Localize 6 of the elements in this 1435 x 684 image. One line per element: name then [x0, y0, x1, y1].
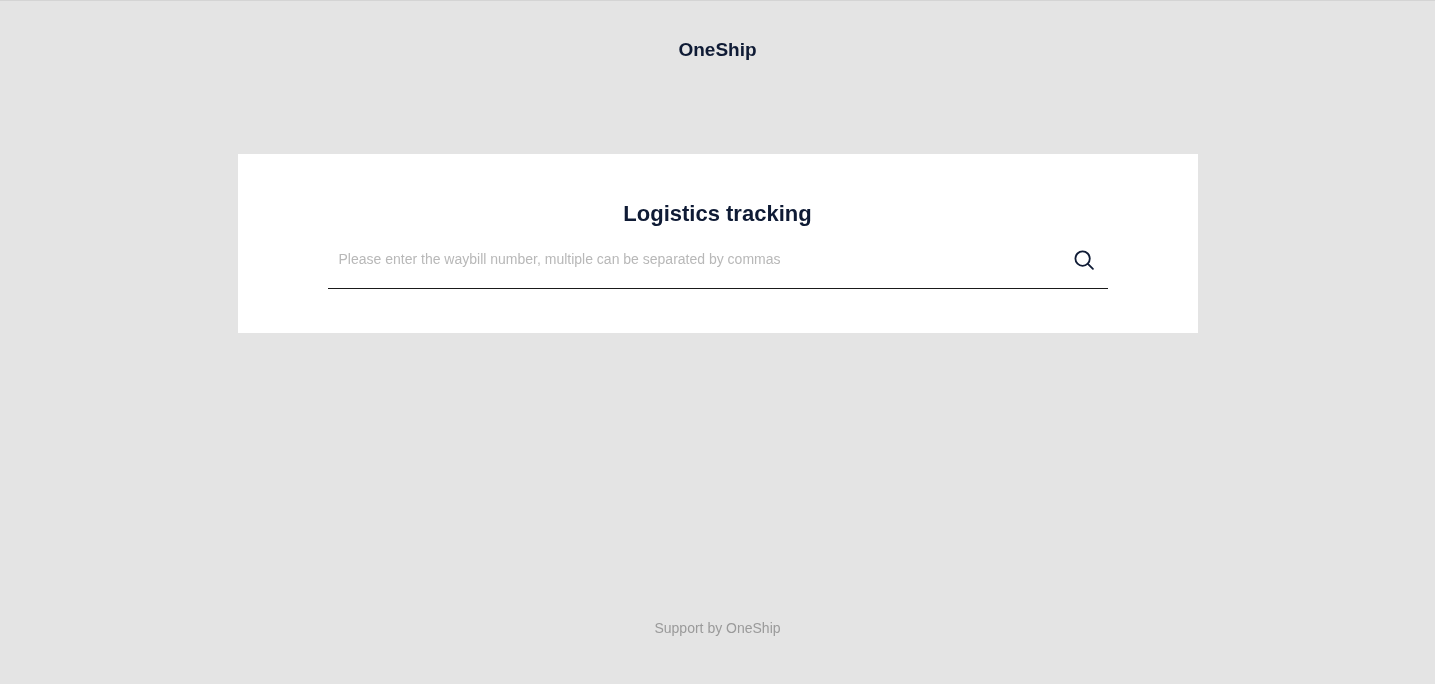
brand-logo-text: OneShip: [678, 38, 757, 63]
card-title: Logistics tracking: [623, 200, 812, 228]
footer-text: Support by OneShip: [654, 619, 781, 638]
search-icon: [1073, 250, 1094, 270]
search-button[interactable]: [1072, 249, 1095, 271]
search-field[interactable]: Please enter the waybill number, multiple can be separated by commas: [327, 240, 1108, 289]
